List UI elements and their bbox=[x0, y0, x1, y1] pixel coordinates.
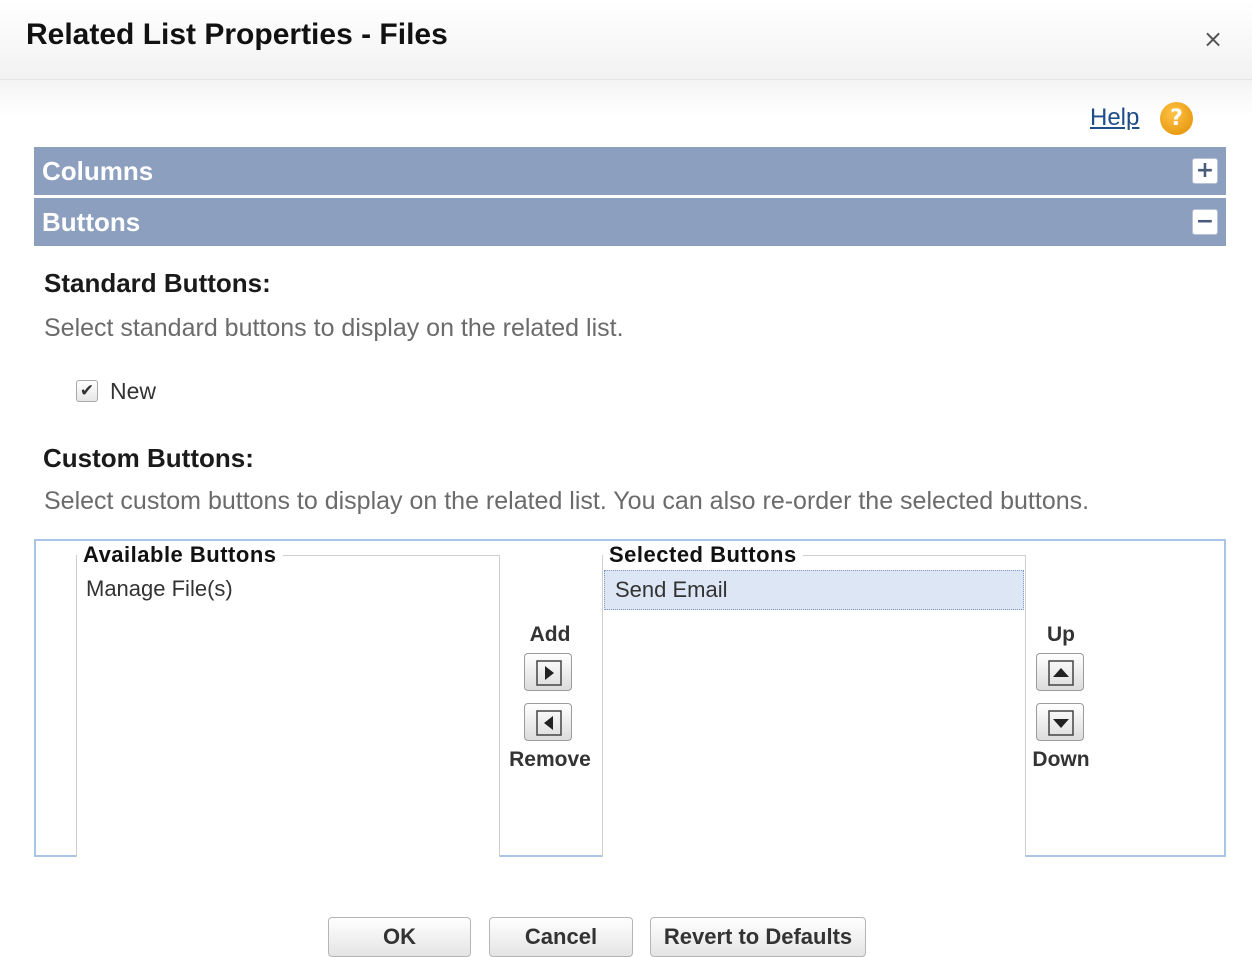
selected-item-send-email[interactable]: Send Email bbox=[604, 570, 1024, 610]
dialog-title: Related List Properties - Files bbox=[26, 18, 448, 51]
move-down-button[interactable] bbox=[1036, 703, 1084, 741]
expand-plus-icon[interactable]: + bbox=[1192, 158, 1218, 184]
help-icon[interactable]: ? bbox=[1160, 102, 1193, 135]
close-icon[interactable]: × bbox=[1198, 22, 1228, 56]
section-header-columns-label: Columns bbox=[42, 156, 154, 186]
title-shadow-band bbox=[0, 80, 1252, 116]
available-buttons-list[interactable]: Available Buttons Manage File(s) bbox=[76, 542, 500, 857]
section-header-buttons-label: Buttons bbox=[42, 207, 141, 237]
help-link[interactable]: Help bbox=[1090, 104, 1139, 132]
standard-button-option-new[interactable]: ✔ New bbox=[76, 378, 156, 404]
selected-buttons-title: Selected Buttons bbox=[603, 542, 803, 568]
dialog-title-bar: Related List Properties - Files × bbox=[0, 0, 1252, 80]
custom-buttons-heading: Custom Buttons: bbox=[43, 443, 254, 473]
left-triangle-icon bbox=[536, 710, 562, 736]
selected-buttons-list[interactable]: Selected Buttons Send Email bbox=[602, 542, 1026, 857]
collapse-minus-icon[interactable]: − bbox=[1192, 209, 1218, 235]
ok-button[interactable]: OK bbox=[328, 917, 471, 957]
custom-buttons-selector: Available Buttons Manage File(s) Add Rem… bbox=[34, 539, 1226, 857]
revert-to-defaults-button[interactable]: Revert to Defaults bbox=[650, 917, 866, 957]
standard-buttons-description: Select standard buttons to display on th… bbox=[44, 314, 624, 342]
up-label: Up bbox=[1047, 623, 1075, 646]
remove-left-arrow-button[interactable] bbox=[524, 703, 572, 741]
down-triangle-icon bbox=[1048, 710, 1074, 736]
remove-label: Remove bbox=[509, 748, 591, 771]
custom-buttons-description: Select custom buttons to display on the … bbox=[44, 487, 1090, 515]
add-label: Add bbox=[529, 623, 571, 646]
new-checkbox[interactable]: ✔ bbox=[76, 380, 98, 402]
available-item-manage-files[interactable]: Manage File(s) bbox=[86, 576, 233, 602]
section-header-columns[interactable]: Columns + bbox=[34, 147, 1226, 195]
section-header-buttons[interactable]: Buttons − bbox=[34, 198, 1226, 246]
down-label: Down bbox=[1032, 748, 1090, 771]
related-list-properties-dialog: Related List Properties - Files × Help ?… bbox=[0, 0, 1252, 957]
move-up-button[interactable] bbox=[1036, 653, 1084, 691]
new-checkbox-label: New bbox=[110, 377, 157, 404]
up-triangle-icon bbox=[1048, 660, 1074, 686]
available-buttons-title: Available Buttons bbox=[77, 542, 283, 568]
add-right-arrow-button[interactable] bbox=[524, 653, 572, 691]
cancel-button[interactable]: Cancel bbox=[489, 917, 633, 957]
standard-buttons-heading: Standard Buttons: bbox=[44, 268, 271, 298]
right-triangle-icon bbox=[536, 660, 562, 686]
